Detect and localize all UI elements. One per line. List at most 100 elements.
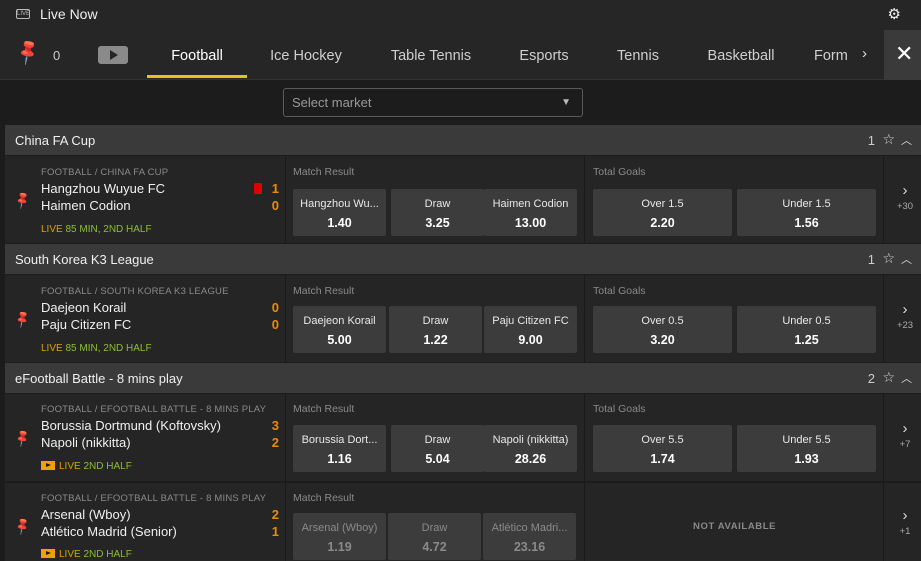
odd-button[interactable]: Paju Citizen FC 9.00 — [484, 306, 577, 353]
tab-form[interactable]: Form — [814, 28, 854, 80]
odd-label: Haimen Codion — [492, 198, 569, 210]
odd-button[interactable]: Atlético Madri... 23.16 — [483, 513, 576, 560]
match-row: 📌 FOOTBALL / EFOOTBALL BATTLE - 8 MINS P… — [5, 394, 921, 481]
home-team[interactable]: Borussia Dortmund (Koftovsky) — [41, 418, 221, 433]
tab-basketball[interactable]: Basketball — [697, 28, 785, 80]
odd-label: Paju Citizen FC — [492, 315, 569, 327]
market-select-placeholder: Select market — [292, 95, 372, 110]
away-team[interactable]: Napoli (nikkitta) — [41, 435, 131, 450]
away-team[interactable]: Atlético Madrid (Senior) — [41, 524, 177, 539]
odd-button[interactable]: Hangzhou Wu... 1.40 — [293, 189, 386, 236]
star-icon[interactable]: ☆ — [882, 250, 895, 267]
more-markets-count: +23 — [896, 320, 914, 331]
chevron-up-icon[interactable]: ︿ — [901, 370, 912, 386]
league-header[interactable]: eFootball Battle - 8 mins play 2 ☆ ︿ — [5, 363, 921, 393]
league-name: eFootball Battle - 8 mins play — [15, 371, 183, 386]
odd-value: 1.22 — [423, 333, 448, 347]
market-select[interactable]: Select market ▼ — [283, 88, 583, 117]
match-path: FOOTBALL / EFOOTBALL BATTLE - 8 MINS PLA… — [41, 404, 267, 415]
odd-value: 1.93 — [794, 452, 819, 466]
odd-button[interactable]: Under 5.5 1.93 — [737, 425, 876, 472]
odd-value: 1.16 — [327, 452, 352, 466]
match-path: FOOTBALL / CHINA FA CUP — [41, 167, 169, 178]
odd-button[interactable]: Arsenal (Wboy) 1.19 — [293, 513, 386, 560]
league-count: 1 — [867, 252, 875, 267]
star-icon[interactable]: ☆ — [882, 131, 895, 148]
away-team[interactable]: Paju Citizen FC — [41, 317, 131, 332]
chevron-right-icon: › — [902, 182, 908, 199]
tab-tennis[interactable]: Tennis — [604, 28, 672, 80]
odd-value: 1.19 — [327, 540, 352, 554]
live-label: LIVE — [41, 224, 63, 235]
odd-label: Over 5.5 — [641, 434, 684, 446]
home-team[interactable]: Daejeon Korail — [41, 300, 126, 315]
pin-icon[interactable]: 📌 — [12, 190, 32, 210]
odd-button[interactable]: Over 0.5 3.20 — [593, 306, 732, 353]
match-row: 📌 FOOTBALL / SOUTH KOREA K3 LEAGUE Daeje… — [5, 275, 921, 362]
more-markets-button[interactable]: › +7 — [889, 420, 921, 450]
gear-icon[interactable]: ⚙ — [888, 5, 901, 23]
top-bar: LIVE Live Now ⚙ — [0, 0, 921, 28]
live-label: LIVE — [59, 549, 81, 560]
divider — [285, 275, 286, 362]
odd-button[interactable]: Over 5.5 1.74 — [593, 425, 732, 472]
video-icon[interactable] — [98, 46, 128, 64]
odd-label: Under 0.5 — [782, 315, 831, 327]
divider — [285, 483, 286, 561]
pin-icon[interactable]: 📌 — [12, 516, 32, 536]
divider — [584, 156, 585, 243]
pin-icon[interactable]: 📌 — [12, 428, 32, 448]
odd-button[interactable]: Draw 5.04 — [391, 425, 484, 472]
live-video-icon — [41, 549, 55, 558]
odd-value: 2.20 — [650, 216, 675, 230]
more-markets-button[interactable]: › +23 — [889, 301, 921, 331]
chevron-down-icon: ▼ — [561, 97, 571, 108]
odd-label: Draw — [421, 522, 448, 534]
odd-label: Under 1.5 — [782, 198, 831, 210]
odd-button[interactable]: Draw 4.72 — [388, 513, 481, 560]
odd-button[interactable]: Under 1.5 1.56 — [737, 189, 876, 236]
chevron-up-icon[interactable]: ︿ — [901, 132, 912, 148]
odd-value: 23.16 — [513, 540, 546, 554]
odd-button[interactable]: Daejeon Korail 5.00 — [293, 306, 386, 353]
pin-icon[interactable]: 📌 — [13, 37, 43, 67]
star-icon[interactable]: ☆ — [882, 369, 895, 386]
league-count: 2 — [867, 371, 875, 386]
odd-value: 28.26 — [514, 452, 547, 466]
league-name: South Korea K3 League — [15, 252, 154, 267]
divider — [883, 156, 884, 243]
odd-button[interactable]: Borussia Dort... 1.16 — [293, 425, 386, 472]
not-available-label: NOT AVAILABLE — [693, 521, 777, 532]
home-team[interactable]: Arsenal (Wboy) — [41, 507, 131, 522]
odd-button[interactable]: Draw 3.25 — [391, 189, 484, 236]
chevron-right-icon[interactable]: › — [862, 45, 867, 62]
live-status: LIVE 85 MIN, 2ND HALF — [41, 343, 152, 354]
odd-value: 1.40 — [327, 216, 352, 230]
tab-esports[interactable]: Esports — [508, 28, 580, 80]
tab-table-tennis[interactable]: Table Tennis — [378, 28, 484, 80]
chevron-up-icon[interactable]: ︿ — [901, 251, 912, 267]
league-header[interactable]: China FA Cup 1 ☆ ︿ — [5, 125, 921, 155]
close-button[interactable]: ✕ — [884, 30, 921, 80]
home-team[interactable]: Hangzhou Wuyue FC — [41, 181, 165, 196]
odd-button[interactable]: Draw 1.22 — [389, 306, 482, 353]
divider — [883, 483, 884, 561]
odd-button[interactable]: Haimen Codion 13.00 — [484, 189, 577, 236]
odd-button[interactable]: Under 0.5 1.25 — [737, 306, 876, 353]
odd-label: Draw — [422, 315, 449, 327]
more-markets-button[interactable]: › +1 — [889, 507, 921, 537]
market-label: Match Result — [293, 166, 355, 178]
pin-icon[interactable]: 📌 — [12, 309, 32, 329]
odd-button[interactable]: Over 1.5 2.20 — [593, 189, 732, 236]
away-team[interactable]: Haimen Codion — [41, 198, 131, 213]
match-time: 2ND HALF — [83, 461, 132, 472]
odd-button[interactable]: Napoli (nikkitta) 28.26 — [484, 425, 577, 472]
tab-ice-hockey[interactable]: Ice Hockey — [258, 28, 354, 80]
match-time: 85 MIN, 2ND HALF — [65, 343, 152, 354]
tab-football[interactable]: Football — [147, 28, 247, 80]
match-row: 📌 FOOTBALL / CHINA FA CUP Hangzhou Wuyue… — [5, 156, 921, 243]
live-status: LIVE 2ND HALF — [41, 548, 132, 560]
live-status: LIVE 2ND HALF — [41, 460, 132, 472]
league-header[interactable]: South Korea K3 League 1 ☆ ︿ — [5, 244, 921, 274]
more-markets-button[interactable]: › +30 — [889, 182, 921, 212]
